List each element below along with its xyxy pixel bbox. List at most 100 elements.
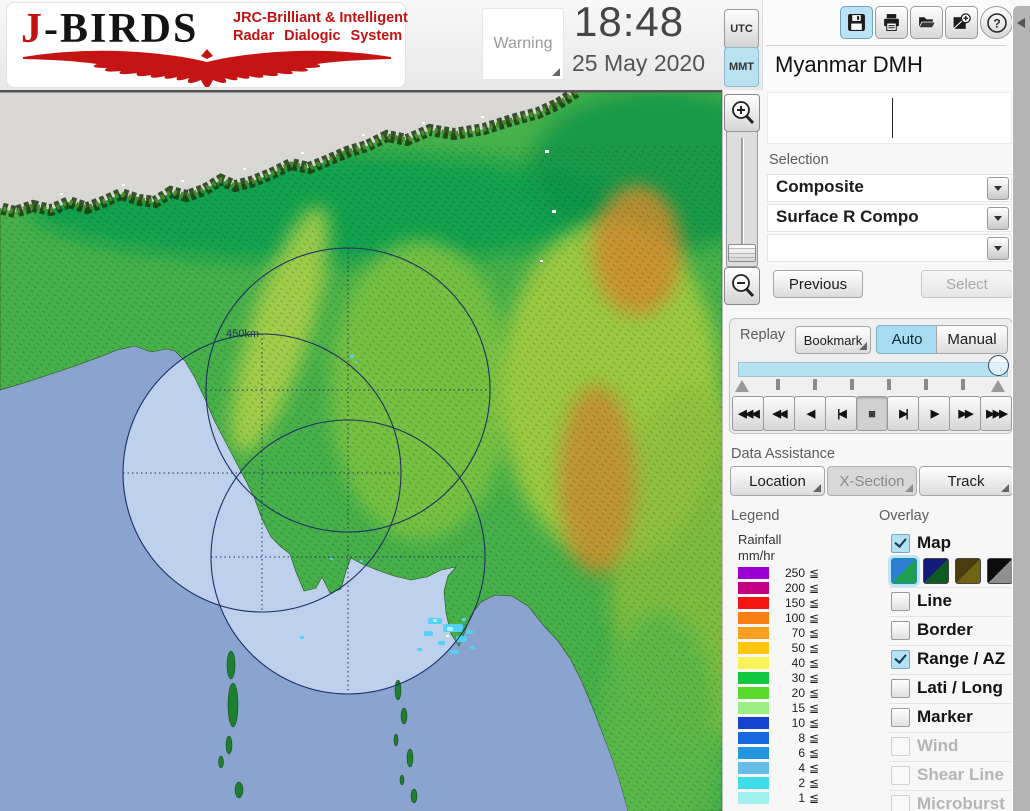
timeline-tick xyxy=(961,379,965,390)
replay-auto-button[interactable]: Auto xyxy=(876,325,938,354)
shear-line-checkbox xyxy=(891,766,910,785)
replay-timeline-track[interactable] xyxy=(738,362,1008,377)
xsection-button[interactable]: X-Section xyxy=(827,466,917,496)
play-forward-button[interactable]: ▶ xyxy=(918,396,950,431)
data-assistance-label: Data Assistance xyxy=(731,446,835,462)
step-first-button[interactable]: |◀ xyxy=(825,396,857,431)
previous-button[interactable]: Previous xyxy=(773,270,863,298)
logo-subtitle-2: Radar Dialogic System xyxy=(233,28,403,44)
overlay-row-map[interactable]: Map xyxy=(889,530,1011,558)
warning-button[interactable]: Warning xyxy=(482,8,564,80)
product-combo-arrow-button[interactable] xyxy=(987,207,1009,230)
open-folder-button[interactable] xyxy=(910,6,943,39)
microburst-checkbox xyxy=(891,795,910,811)
map-style-swatch-1[interactable] xyxy=(891,558,917,584)
category-combo[interactable]: Composite xyxy=(767,174,1012,202)
legend-color-swatch xyxy=(738,747,769,759)
radar-map-view[interactable]: 450km xyxy=(0,89,723,811)
map-style-swatch-4[interactable] xyxy=(987,558,1013,584)
extra-combo-arrow-button[interactable] xyxy=(987,237,1009,260)
add-image-button[interactable] xyxy=(945,6,978,39)
category-combo-value: Composite xyxy=(776,177,864,196)
jbirds-logo: J-BIRDS JRC-Brilliant & Intelligent Rada… xyxy=(6,2,408,88)
legend-color-swatch xyxy=(738,762,769,774)
logo-title-rest: -BIRDS xyxy=(44,6,199,52)
overlay-row-line[interactable]: Line xyxy=(889,587,1011,616)
replay-timeline-handle[interactable] xyxy=(988,355,1009,376)
control-panel: Selection Composite Surface R Compo Prev… xyxy=(722,90,1013,811)
map-zoom-slider[interactable] xyxy=(726,131,758,267)
less-equal-symbol: ≦ xyxy=(809,746,820,760)
less-equal-symbol: ≦ xyxy=(809,761,820,775)
map-style-swatches xyxy=(889,558,1013,586)
station-name: Myanmar DMH xyxy=(775,52,923,77)
panel-collapse-strip[interactable] xyxy=(1012,6,1030,811)
location-button[interactable]: Location xyxy=(730,466,825,496)
extra-combo[interactable] xyxy=(767,234,1012,262)
chevron-down-icon xyxy=(994,246,1002,251)
terrain-map: 450km xyxy=(0,89,723,811)
wind-checkbox xyxy=(891,737,910,756)
map-checkbox[interactable] xyxy=(891,534,910,553)
lati-long-checkbox[interactable] xyxy=(891,679,910,698)
zoom-slider-handle[interactable] xyxy=(728,244,756,262)
auto-button-label: Auto xyxy=(891,331,923,348)
stop-button[interactable]: ■ xyxy=(856,396,888,431)
logo-subtitle-1: JRC-Brilliant & Intelligent xyxy=(233,10,408,26)
rewind-fastest-button[interactable]: ◀◀◀ xyxy=(732,396,764,431)
marker-checkbox[interactable] xyxy=(891,708,910,727)
map-style-swatch-3[interactable] xyxy=(955,558,981,584)
map-zoom-out-button[interactable] xyxy=(724,267,760,305)
overlay-row-range-az[interactable]: Range / AZ xyxy=(889,645,1011,674)
map-style-swatch-2[interactable] xyxy=(923,558,949,584)
overlay-section-label: Overlay xyxy=(879,508,929,524)
save-icon xyxy=(848,14,865,31)
less-equal-symbol: ≦ xyxy=(809,641,820,655)
save-button[interactable] xyxy=(840,6,873,39)
range-az-checkbox[interactable] xyxy=(891,650,910,669)
legend-color-swatch xyxy=(738,627,769,639)
legend-color-swatch xyxy=(738,567,769,579)
legend-color-swatch xyxy=(738,792,769,804)
utc-toggle-button[interactable]: UTC xyxy=(724,9,759,49)
mmt-toggle-button[interactable]: MMT xyxy=(724,47,759,87)
overlay-row-lati-long[interactable]: Lati / Long xyxy=(889,674,1011,703)
legend-color-swatch xyxy=(738,612,769,624)
forward-fastest-button[interactable]: ▶▶▶ xyxy=(980,396,1012,431)
replay-manual-button[interactable]: Manual xyxy=(936,325,1008,354)
header-bar: J-BIRDS JRC-Brilliant & Intelligent Rada… xyxy=(0,0,1030,91)
play-reverse-button[interactable]: ◀ xyxy=(794,396,826,431)
overlay-row-wind: Wind xyxy=(889,732,1011,761)
map-zoom-in-button[interactable] xyxy=(724,94,760,132)
help-button[interactable]: ? xyxy=(980,6,1013,39)
manual-button-label: Manual xyxy=(947,331,997,348)
overlay-row-marker[interactable]: Marker xyxy=(889,703,1011,732)
less-equal-symbol: ≦ xyxy=(809,716,820,730)
legend-color-swatch xyxy=(738,642,769,654)
forward-fast-button[interactable]: ▶▶ xyxy=(949,396,981,431)
legend-color-swatch xyxy=(738,597,769,609)
less-equal-symbol: ≦ xyxy=(809,686,820,700)
range-ring-label: 450km xyxy=(226,328,259,340)
bookmark-button[interactable]: Bookmark xyxy=(795,326,871,354)
overlay-row-border[interactable]: Border xyxy=(889,616,1011,645)
data-time-listbox[interactable] xyxy=(767,92,1012,144)
border-checkbox[interactable] xyxy=(891,621,910,640)
timeline-tick xyxy=(924,379,928,390)
product-combo[interactable]: Surface R Compo xyxy=(767,204,1012,232)
svg-text:?: ? xyxy=(993,16,1000,30)
print-button[interactable] xyxy=(875,6,908,39)
legend-color-swatch xyxy=(738,687,769,699)
utc-label: UTC xyxy=(730,23,753,35)
step-last-button[interactable]: ▶| xyxy=(887,396,919,431)
rewind-fast-button[interactable]: ◀◀ xyxy=(763,396,795,431)
mmt-label: MMT xyxy=(728,61,755,73)
track-button[interactable]: Track xyxy=(919,466,1013,496)
warning-button-label: Warning xyxy=(493,35,553,52)
select-button[interactable]: Select xyxy=(921,270,1013,298)
selection-section-label: Selection xyxy=(769,152,829,168)
less-equal-symbol: ≦ xyxy=(809,566,820,580)
line-checkbox[interactable] xyxy=(891,592,910,611)
timeline-tick xyxy=(850,379,854,390)
category-combo-arrow-button[interactable] xyxy=(987,177,1009,200)
